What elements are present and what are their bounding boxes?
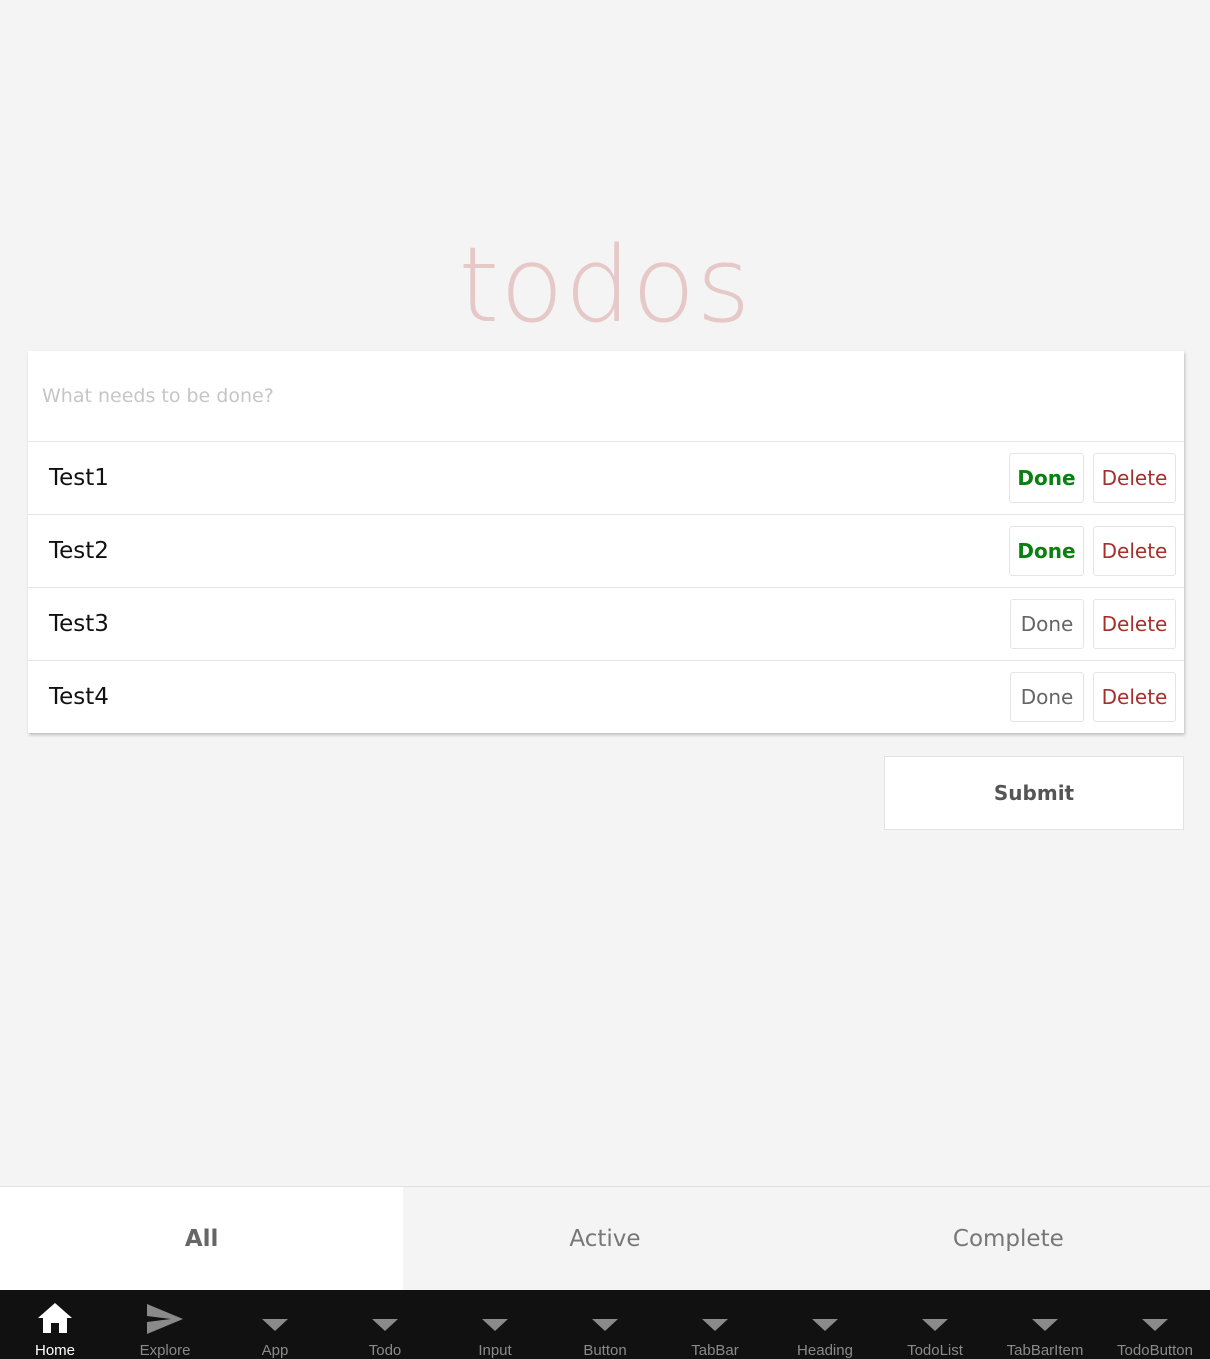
- nav-label: Input: [478, 1342, 512, 1359]
- nav-label: Explore: [139, 1342, 191, 1359]
- triangle-down-icon: [1142, 1319, 1168, 1331]
- delete-button[interactable]: Delete: [1093, 599, 1176, 649]
- delete-button[interactable]: Delete: [1093, 453, 1176, 503]
- tab-complete[interactable]: Complete: [807, 1187, 1210, 1290]
- bottom-navigation: Home Explore App Todo Input Button TabBa…: [0, 1290, 1210, 1359]
- nav-item-input[interactable]: Input: [440, 1290, 550, 1359]
- nav-item-app[interactable]: App: [220, 1290, 330, 1359]
- nav-label: App: [261, 1342, 289, 1359]
- done-button[interactable]: Done: [1009, 526, 1084, 576]
- new-todo-input[interactable]: [28, 351, 1184, 441]
- todo-app: todos Test1 Done Delete Test2 Done Delet…: [0, 0, 1210, 1359]
- triangle-down-icon: [482, 1319, 508, 1331]
- nav-item-tabbaritem[interactable]: TabBarItem: [990, 1290, 1100, 1359]
- nav-item-todobutton[interactable]: TodoButton: [1100, 1290, 1210, 1359]
- triangle-down-icon: [812, 1319, 838, 1331]
- nav-item-heading[interactable]: Heading: [770, 1290, 880, 1359]
- triangle-down-icon: [702, 1319, 728, 1331]
- triangle-down-icon: [592, 1319, 618, 1331]
- nav-label: Heading: [797, 1342, 853, 1359]
- send-icon: [145, 1303, 185, 1339]
- triangle-down-icon: [922, 1319, 948, 1331]
- nav-item-home[interactable]: Home: [0, 1290, 110, 1359]
- done-button[interactable]: Done: [1009, 453, 1084, 503]
- todo-item: Test2 Done Delete: [28, 514, 1184, 587]
- todo-item: Test4 Done Delete: [28, 660, 1184, 733]
- nav-item-button[interactable]: Button: [550, 1290, 660, 1359]
- todo-item-text: Test1: [49, 465, 109, 491]
- tab-all[interactable]: All: [0, 1187, 404, 1290]
- delete-button[interactable]: Delete: [1093, 526, 1176, 576]
- done-button[interactable]: Done: [1010, 599, 1084, 649]
- todo-item-text: Test4: [49, 684, 109, 710]
- filter-tab-bar: All Active Complete: [0, 1186, 1210, 1290]
- todo-item: Test3 Done Delete: [28, 587, 1184, 660]
- nav-item-todo[interactable]: Todo: [330, 1290, 440, 1359]
- page-title: todos: [458, 224, 752, 346]
- triangle-down-icon: [1032, 1319, 1058, 1331]
- nav-label: TabBarItem: [1006, 1342, 1084, 1359]
- delete-button[interactable]: Delete: [1093, 672, 1176, 722]
- nav-label: Home: [34, 1342, 75, 1359]
- nav-label: TabBar: [691, 1342, 739, 1359]
- todo-item-text: Test2: [49, 538, 109, 564]
- nav-label: Button: [583, 1342, 627, 1359]
- todo-item: Test1 Done Delete: [28, 441, 1184, 514]
- nav-item-tabbar[interactable]: TabBar: [660, 1290, 770, 1359]
- nav-label: Todo: [368, 1342, 402, 1359]
- todo-card: Test1 Done Delete Test2 Done Delete Test…: [28, 351, 1184, 733]
- home-icon: [37, 1302, 73, 1338]
- done-button[interactable]: Done: [1010, 672, 1084, 722]
- nav-item-todolist[interactable]: TodoList: [880, 1290, 990, 1359]
- tab-active[interactable]: Active: [403, 1187, 806, 1290]
- triangle-down-icon: [372, 1319, 398, 1331]
- triangle-down-icon: [262, 1319, 288, 1331]
- nav-label: TodoButton: [1117, 1342, 1193, 1359]
- submit-button[interactable]: Submit: [884, 756, 1184, 830]
- nav-item-explore[interactable]: Explore: [110, 1290, 220, 1359]
- todo-item-text: Test3: [49, 611, 109, 637]
- nav-label: TodoList: [907, 1342, 963, 1359]
